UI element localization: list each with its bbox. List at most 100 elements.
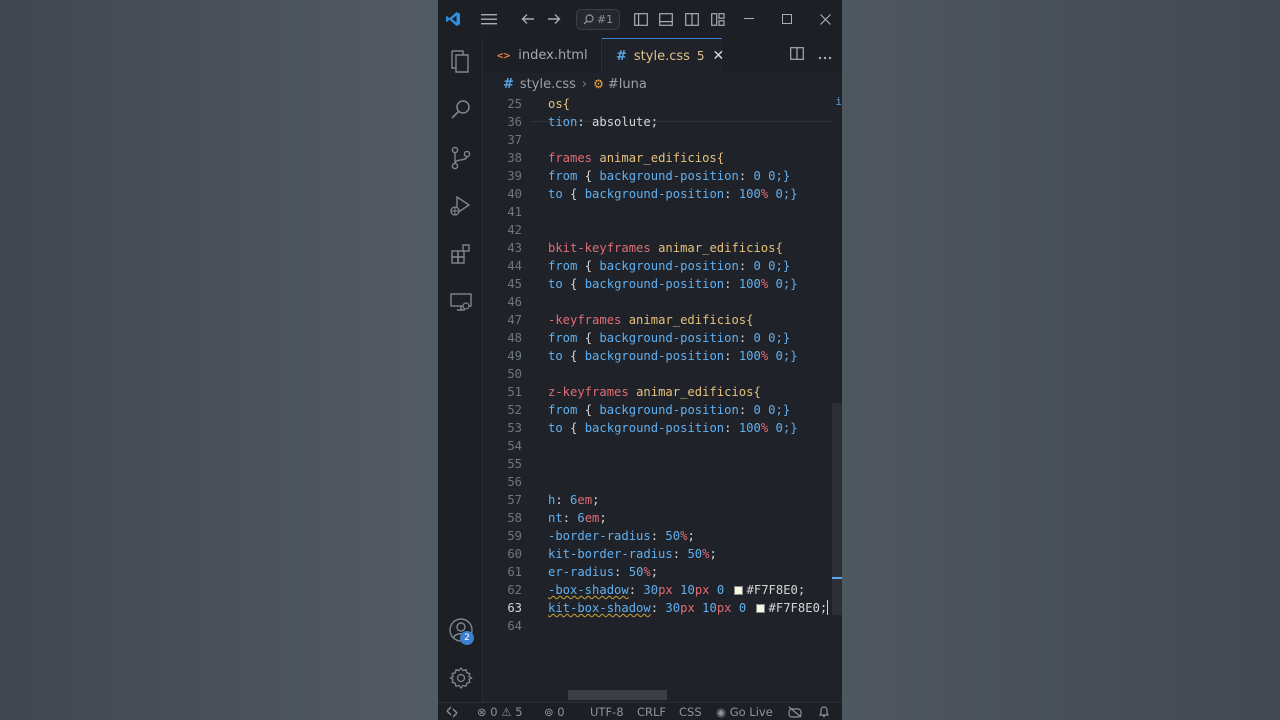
tab-style-css[interactable]: # style.css 5 ✕	[602, 38, 725, 73]
breadcrumb-file[interactable]: style.css	[520, 77, 576, 92]
color-swatch[interactable]	[733, 586, 743, 595]
line-number: 60	[507, 547, 522, 561]
code-line: kit-border-radius: 50%;	[548, 547, 717, 561]
code-line: from { background-position: 0 0;}	[548, 259, 791, 273]
toggle-sidebar-icon[interactable]	[632, 0, 650, 38]
line-number: 64	[507, 619, 522, 633]
css-file-icon: #	[503, 76, 514, 92]
code-line: -keyframes animar_edificios{	[548, 313, 754, 327]
line-number: 61	[507, 565, 522, 579]
remote-indicator-icon[interactable]	[446, 703, 458, 720]
back-arrow-icon[interactable]	[518, 0, 538, 38]
line-number: 46	[507, 295, 522, 309]
vertical-scrollbar[interactable]	[832, 403, 842, 615]
line-number: 44	[507, 259, 522, 273]
notifications-bell-icon[interactable]	[818, 703, 830, 720]
explorer-icon[interactable]	[438, 38, 483, 86]
color-swatch[interactable]	[755, 604, 765, 613]
problems-indicator[interactable]: ⊗ 0 ⚠ 5	[477, 703, 523, 720]
breadcrumb-symbol[interactable]: #luna	[608, 77, 647, 92]
line-number: 38	[507, 151, 522, 165]
line-number: 62	[507, 583, 522, 597]
editor-actions	[790, 38, 832, 73]
code-editor[interactable]: 25 36 37 38 39 40 41 42 43 44 45 46 47 48 49 50 51 52 53 54…	[483, 95, 842, 685]
vscode-window: #1 2 <> index.html # style.css 5 ✕ # sty…	[438, 0, 842, 720]
line-number: 57	[507, 493, 522, 507]
tab-label: style.css	[633, 48, 690, 64]
text-cursor	[827, 600, 829, 615]
accounts-icon[interactable]: 2	[438, 606, 483, 654]
html-file-icon: <>	[497, 49, 511, 62]
close-icon[interactable]	[816, 0, 834, 38]
menu-icon[interactable]	[478, 0, 500, 38]
split-editor-icon[interactable]	[790, 47, 804, 64]
line-number: 40	[507, 187, 522, 201]
line-number-gutter: 25 36 37 38 39 40 41 42 43 44 45 46 47 48 49 50 51 52 53 54…	[483, 95, 531, 685]
source-control-icon[interactable]	[438, 134, 483, 182]
code-line-current: kit-box-shadow: 30px 10px 0 #F7F8E0;	[548, 600, 829, 615]
broadcast-icon: ⊚	[544, 705, 554, 719]
code-line: to { background-position: 100% 0;}	[548, 277, 798, 291]
line-number: 48	[507, 331, 522, 345]
command-center-search[interactable]: #1	[576, 9, 620, 30]
code-line: to { background-position: 100% 0;}	[548, 349, 798, 363]
css-file-icon: #	[616, 48, 627, 64]
line-number: 43	[507, 241, 522, 255]
command-center-label: #1	[596, 13, 614, 26]
settings-gear-icon[interactable]	[438, 654, 483, 702]
code-line: h: 6em;	[548, 493, 600, 507]
line-number: 55	[507, 457, 522, 471]
code-line: -border-radius: 50%;	[548, 529, 695, 543]
line-number: 37	[507, 133, 522, 147]
code-line: tion: absolute;	[548, 115, 659, 129]
code-line: -box-shadow: 30px 10px 0 #F7F8E0;	[548, 583, 806, 597]
code-lines[interactable]: os{ tion: absolute; frames animar_edific…	[548, 95, 842, 685]
run-debug-icon[interactable]	[438, 182, 483, 230]
minimize-icon[interactable]	[740, 0, 758, 38]
symbol-selector-icon: ⚙	[593, 77, 604, 91]
line-number: 54	[507, 439, 522, 453]
error-count: 0	[490, 705, 498, 719]
customize-layout-icon[interactable]	[709, 0, 727, 38]
remote-explorer-icon[interactable]	[438, 278, 483, 326]
code-line: z-keyframes animar_edificios{	[548, 385, 761, 399]
tab-close-button[interactable]: ✕	[713, 48, 725, 64]
line-number: 56	[507, 475, 522, 489]
warning-count: 5	[515, 705, 523, 719]
code-line: os{	[548, 97, 571, 111]
forward-arrow-icon[interactable]	[544, 0, 564, 38]
go-live-button[interactable]: ◉ Go Live	[716, 703, 773, 720]
error-icon: ⊗	[477, 705, 487, 719]
status-bar: ⊗ 0 ⚠ 5 ⊚ 0 UTF-8 CRLF CSS ◉ Go Live	[438, 702, 842, 720]
search-icon	[583, 14, 594, 25]
more-actions-icon[interactable]	[818, 48, 832, 64]
line-number: 50	[507, 367, 522, 381]
radio-tower-icon: ◉	[716, 705, 727, 719]
line-number: 58	[507, 511, 522, 525]
horizontal-scrollbar[interactable]	[568, 690, 667, 700]
toggle-secondary-sidebar-icon[interactable]	[683, 0, 701, 38]
line-number: 42	[507, 223, 522, 237]
code-line: to { background-position: 100% 0;}	[548, 187, 798, 201]
accounts-badge: 2	[460, 631, 474, 645]
ports-indicator[interactable]: ⊚ 0	[544, 703, 565, 720]
search-icon[interactable]	[438, 86, 483, 134]
code-line: to { background-position: 100% 0;}	[548, 421, 798, 435]
toggle-panel-icon[interactable]	[657, 0, 675, 38]
maximize-icon[interactable]	[778, 0, 796, 38]
line-number: 47	[507, 313, 522, 327]
line-number: 41	[507, 205, 522, 219]
tab-index-html[interactable]: <> index.html	[483, 38, 602, 73]
extensions-icon[interactable]	[438, 230, 483, 278]
code-line: nt: 6em;	[548, 511, 607, 525]
line-number: 49	[507, 349, 522, 363]
language-mode-selector[interactable]: CSS	[679, 703, 702, 720]
copilot-icon[interactable]	[788, 703, 802, 720]
line-number: 59	[507, 529, 522, 543]
eol-selector[interactable]: CRLF	[637, 703, 666, 720]
chevron-right-icon: ›	[581, 76, 588, 92]
code-line: from { background-position: 0 0;}	[548, 169, 791, 183]
title-bar: #1	[438, 0, 842, 38]
line-number: 25	[507, 97, 522, 111]
encoding-selector[interactable]: UTF-8	[590, 703, 624, 720]
